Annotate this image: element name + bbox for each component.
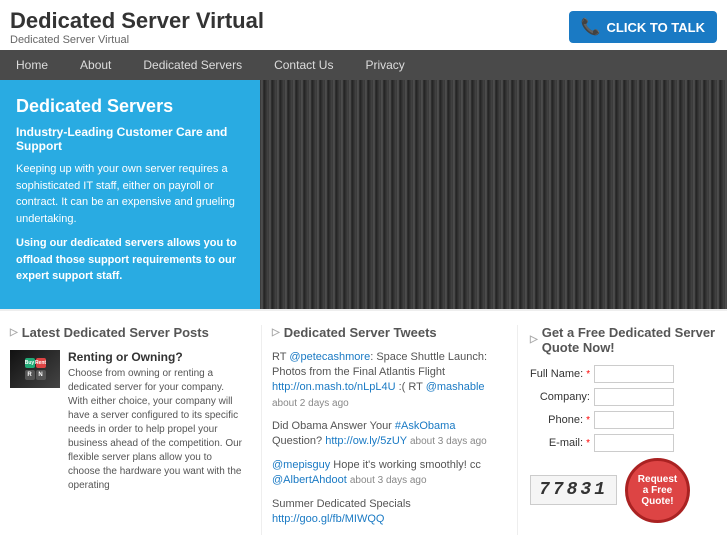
label-fullname: Full Name: * [530, 368, 590, 380]
label-email: E-mail: * [530, 437, 590, 449]
tweet-link-1[interactable]: http://on.mash.to/nLpL4U [272, 381, 396, 393]
click-to-talk-button[interactable]: 📞 CLICK TO TALK [569, 11, 717, 43]
hero-para2: Using our dedicated servers allows you t… [16, 235, 244, 285]
tweet-askobama-link[interactable]: #AskObama [395, 420, 456, 432]
nav-link-about[interactable]: About [64, 50, 127, 80]
input-phone[interactable] [594, 411, 674, 429]
label-phone: Phone: * [530, 414, 590, 426]
hero-image [260, 80, 727, 309]
tweet-item-1: RT @petecashmore: Space Shuttle Launch: … [272, 350, 507, 412]
tweet-time-3: about 3 days ago [350, 475, 427, 486]
nav-link-dedicated[interactable]: Dedicated Servers [127, 50, 258, 80]
tweet-time-1: about 2 days ago [272, 398, 349, 409]
post-item: Buy Rent R N Renting or Owning? Choose f… [10, 350, 245, 493]
nav-link-contact[interactable]: Contact Us [258, 50, 349, 80]
tweets-column: Dedicated Server Tweets RT @petecashmore… [261, 325, 517, 536]
post-content: Renting or Owning? Choose from owning or… [68, 350, 245, 493]
form-row-phone: Phone: * [530, 411, 717, 429]
quote-title-text: Get a Free Dedicated Server Quote Now! [542, 325, 717, 355]
input-fullname[interactable] [594, 365, 674, 383]
tweet-handle-1[interactable]: @petecashmore [289, 351, 370, 363]
nav-item-home[interactable]: Home [0, 50, 64, 80]
post-body: Choose from owning or renting a dedicate… [68, 367, 245, 493]
required-star-name: * [586, 369, 590, 380]
form-row-email: E-mail: * [530, 434, 717, 452]
tweet-link-4[interactable]: http://goo.gl/fb/MIWQQ [272, 513, 385, 525]
hero-title: Dedicated Servers [16, 96, 244, 117]
site-subtitle: Dedicated Server Virtual [10, 34, 264, 46]
phone-icon: 📞 [581, 17, 601, 37]
nav-item-dedicated[interactable]: Dedicated Servers [127, 50, 258, 80]
post-thumbnail: Buy Rent R N [10, 350, 60, 388]
posts-column: Latest Dedicated Server Posts Buy Rent R… [10, 325, 261, 536]
nav-item-about[interactable]: About [64, 50, 127, 80]
tweet-item-2: Did Obama Answer Your #AskObama Question… [272, 419, 507, 450]
label-company: Company: [530, 391, 590, 403]
tweet-item-3: @mepisguy Hope it's working smoothly! cc… [272, 458, 507, 489]
tweets-col-title: Dedicated Server Tweets [272, 325, 507, 340]
key-rent: Rent [36, 358, 46, 368]
btn-line1: Request [638, 474, 677, 485]
hero-subtitle: Industry-Leading Customer Care and Suppo… [16, 125, 244, 153]
key-buy: Buy [25, 358, 35, 368]
form-row-name: Full Name: * [530, 365, 717, 383]
site-header: Dedicated Server Virtual Dedicated Serve… [0, 0, 727, 50]
key-r: R [25, 370, 35, 380]
tweet-handle-3b[interactable]: @AlbertAhdoot [272, 474, 347, 486]
request-quote-button[interactable]: Request a Free Quote! [625, 458, 690, 523]
nav-item-contact[interactable]: Contact Us [258, 50, 349, 80]
tweet-handle-1b[interactable]: @mashable [426, 381, 485, 393]
main-content: Latest Dedicated Server Posts Buy Rent R… [0, 309, 727, 549]
nav-link-home[interactable]: Home [0, 50, 64, 80]
quote-column: Get a Free Dedicated Server Quote Now! F… [517, 325, 717, 536]
btn-line3: Quote! [641, 496, 673, 507]
nav-item-privacy[interactable]: Privacy [349, 50, 420, 80]
main-nav: Home About Dedicated Servers Contact Us … [0, 50, 727, 80]
captcha-display: 77831 [530, 475, 617, 505]
quote-btn-area: 77831 Request a Free Quote! [530, 458, 717, 523]
click-to-talk-label: CLICK TO TALK [607, 20, 705, 35]
input-company[interactable] [594, 388, 674, 406]
hero-image-bg [260, 80, 727, 309]
tweet-time-2: about 3 days ago [410, 436, 487, 447]
tweet-handle-3[interactable]: @mepisguy [272, 459, 330, 471]
post-title: Renting or Owning? [68, 350, 245, 364]
quote-col-title: Get a Free Dedicated Server Quote Now! [530, 325, 717, 355]
tweet-link-2[interactable]: http://ow.ly/5zUY [325, 435, 407, 447]
tweet-item-4: Summer Dedicated Specials http://goo.gl/… [272, 497, 507, 528]
form-row-company: Company: [530, 388, 717, 406]
header-branding: Dedicated Server Virtual Dedicated Serve… [10, 8, 264, 46]
posts-col-title: Latest Dedicated Server Posts [10, 325, 245, 340]
hero-para1: Keeping up with your own server requires… [16, 161, 244, 227]
required-star-phone: * [586, 415, 590, 426]
key-n: N [36, 370, 46, 380]
btn-line2: a Free [643, 485, 672, 496]
hero-section: Dedicated Servers Industry-Leading Custo… [0, 80, 727, 309]
required-star-email: * [586, 438, 590, 449]
input-email[interactable] [594, 434, 674, 452]
nav-link-privacy[interactable]: Privacy [349, 50, 420, 80]
site-title: Dedicated Server Virtual [10, 8, 264, 34]
post-thumb-inner: Buy Rent R N [10, 350, 60, 388]
hero-text-panel: Dedicated Servers Industry-Leading Custo… [0, 80, 260, 309]
